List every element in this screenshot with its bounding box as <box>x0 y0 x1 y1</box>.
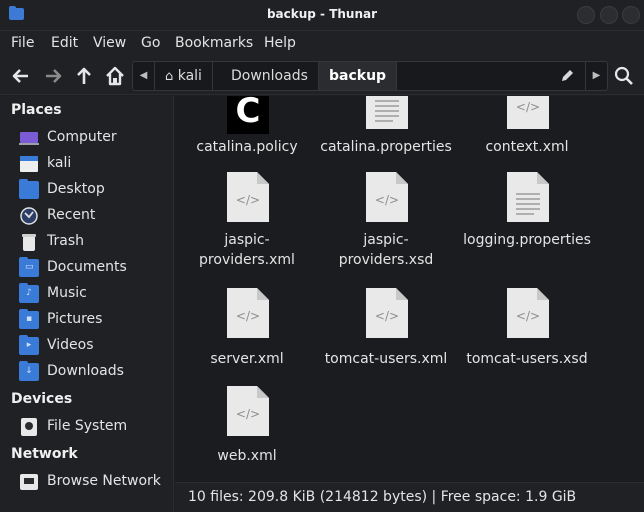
file-name-line-1: jaspic- <box>363 232 409 248</box>
svg-text:</>: </> <box>516 100 540 114</box>
xml-file-icon: </> <box>366 172 408 222</box>
xml-file-icon: </> <box>366 288 408 338</box>
home-folder-icon <box>20 156 38 172</box>
file-item[interactable]: </> web.xml <box>177 386 317 468</box>
file-name-line-1: jaspic- <box>224 232 270 248</box>
sidebar-item-file-system[interactable]: File System <box>18 415 168 439</box>
menu-view[interactable]: View <box>93 35 126 51</box>
xml-file-icon: </> <box>507 96 549 129</box>
back-arrow-icon[interactable] <box>10 65 32 87</box>
forward-arrow-icon[interactable] <box>42 65 64 87</box>
xml-file-icon: </> <box>507 288 549 338</box>
sidebar-item-recent[interactable]: Recent <box>18 204 168 228</box>
sidebar-item-trash[interactable]: Trash <box>18 230 168 254</box>
file-name: tomcat-users.xsd <box>466 351 588 367</box>
videos-folder-icon: ▸ <box>19 335 39 355</box>
file-item[interactable]: </> context.xml <box>457 96 597 166</box>
file-item[interactable]: catalina.properties <box>316 96 456 166</box>
text-file-icon <box>366 96 408 129</box>
file-name: logging.properties <box>463 232 591 248</box>
file-name-line-2: providers.xml <box>199 252 295 268</box>
music-folder-icon: ♪ <box>19 283 39 303</box>
home-icon[interactable] <box>104 65 126 87</box>
up-arrow-icon[interactable] <box>73 65 95 87</box>
path-segment-kali[interactable]: ⌂ kali <box>155 62 213 90</box>
devices-header: Devices <box>11 391 73 407</box>
pictures-folder-icon: ▪ <box>19 309 39 329</box>
sidebar-item-pictures[interactable]: ▪ Pictures <box>18 308 168 332</box>
svg-text:</>: </> <box>375 309 399 323</box>
recent-icon <box>20 207 38 225</box>
file-name: server.xml <box>210 351 284 367</box>
menu-bar: File Edit View Go Bookmarks Help <box>0 31 644 57</box>
file-name: tomcat-users.xml <box>324 351 448 367</box>
desktop-folder-icon <box>19 179 39 199</box>
search-icon[interactable] <box>613 65 635 87</box>
status-text: 10 files: 209.8 KiB (214812 bytes) | Fre… <box>188 489 577 505</box>
window-title: backup - Thunar <box>266 7 378 21</box>
sidebar-item-music[interactable]: ♪ Music <box>18 282 168 306</box>
file-name: catalina.properties <box>320 139 452 155</box>
downloads-folder-icon: ↓ <box>19 361 39 381</box>
menu-help[interactable]: Help <box>264 35 296 51</box>
svg-text:</>: </> <box>516 309 540 323</box>
home-icon: ⌂ <box>165 69 174 84</box>
sidebar-item-computer[interactable]: Computer <box>18 126 168 150</box>
sidebar-item-browse-network[interactable]: Browse Network <box>18 470 168 494</box>
drive-icon <box>21 418 37 436</box>
file-view: C catalina.policy catalina.properties </… <box>175 96 644 482</box>
status-bar: 10 files: 209.8 KiB (214812 bytes) | Fre… <box>175 482 644 512</box>
file-item[interactable]: </> jaspic- providers.xsd <box>316 172 456 272</box>
file-name-line-2: providers.xsd <box>338 252 434 268</box>
menu-go[interactable]: Go <box>141 35 160 51</box>
file-item[interactable]: logging.properties <box>457 172 597 272</box>
path-scroll-left-icon[interactable]: ◀ <box>133 62 155 90</box>
path-bar: ◀ ⌂ kali Downloads backup ▶ <box>132 61 608 91</box>
close-button[interactable] <box>622 6 640 24</box>
network-icon <box>20 474 38 490</box>
minimize-button[interactable] <box>577 6 595 24</box>
file-item[interactable]: C catalina.policy <box>177 96 317 166</box>
sidebar-item-downloads[interactable]: ↓ Downloads <box>18 360 168 384</box>
path-segment-backup[interactable]: backup <box>319 62 398 90</box>
file-item[interactable]: </> server.xml <box>177 288 317 370</box>
file-item[interactable]: </> jaspic- providers.xml <box>177 172 317 272</box>
sidebar-item-videos[interactable]: ▸ Videos <box>18 334 168 358</box>
menu-file[interactable]: File <box>11 35 34 51</box>
xml-file-icon: </> <box>227 172 269 222</box>
svg-text:</>: </> <box>236 407 260 421</box>
path-scroll-right-icon[interactable]: ▶ <box>585 62 607 90</box>
network-header: Network <box>11 446 78 462</box>
sidebar-item-kali[interactable]: kali <box>18 152 168 176</box>
places-header: Places <box>11 102 62 118</box>
menu-edit[interactable]: Edit <box>51 35 78 51</box>
policy-file-icon: C <box>227 96 269 134</box>
svg-text:C: C <box>236 96 261 131</box>
sidebar-item-documents[interactable]: ▭ Documents <box>18 256 168 280</box>
svg-text:</>: </> <box>375 193 399 207</box>
computer-icon <box>19 132 39 145</box>
text-file-icon <box>507 172 549 222</box>
xml-file-icon: </> <box>227 386 269 436</box>
trash-icon <box>22 234 36 251</box>
title-bar: backup - Thunar <box>0 0 644 31</box>
svg-text:</>: </> <box>236 193 260 207</box>
file-name: context.xml <box>485 139 569 155</box>
file-name: catalina.policy <box>196 139 298 155</box>
menu-bookmarks[interactable]: Bookmarks <box>175 35 253 51</box>
sidebar: Places Computer kali Desktop Recent Tras… <box>0 96 174 512</box>
file-name: web.xml <box>217 448 277 464</box>
sidebar-item-desktop[interactable]: Desktop <box>18 178 168 202</box>
maximize-button[interactable] <box>600 6 618 24</box>
file-item[interactable]: </> tomcat-users.xml <box>316 288 456 370</box>
svg-text:</>: </> <box>236 309 260 323</box>
toolbar: ◀ ⌂ kali Downloads backup ▶ <box>0 57 644 95</box>
documents-folder-icon: ▭ <box>19 257 39 277</box>
path-segment-downloads[interactable]: Downloads <box>221 62 319 90</box>
file-item[interactable]: </> tomcat-users.xsd <box>457 288 597 370</box>
xml-file-icon: </> <box>227 288 269 338</box>
edit-path-icon[interactable] <box>559 68 575 84</box>
